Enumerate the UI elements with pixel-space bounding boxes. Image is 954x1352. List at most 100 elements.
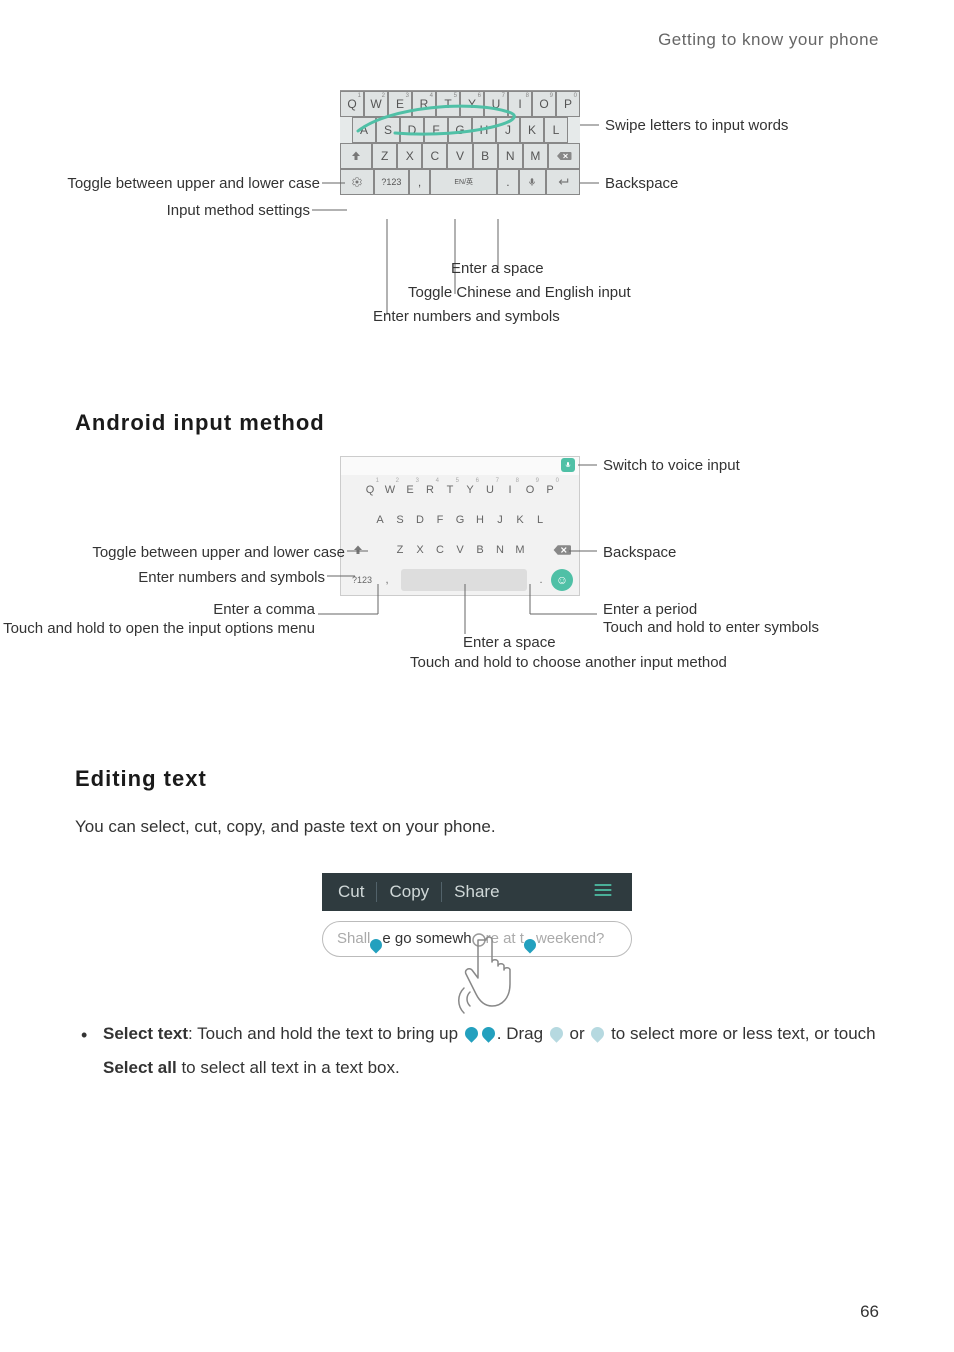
label-togglecase: Toggle between upper and lower case	[20, 175, 320, 192]
key-s[interactable]: S	[390, 508, 410, 532]
key-b[interactable]: B	[470, 538, 490, 562]
key-u[interactable]: U7	[480, 478, 500, 502]
label-swipe: Swipe letters to input words	[605, 117, 788, 134]
key-d[interactable]: D	[400, 117, 424, 143]
keyboard-swype: Q1W2E3R4T5Y6U7I8O9P0 ASDFGHJKL ZXCVBNM ?…	[340, 90, 580, 195]
shift-key[interactable]	[340, 143, 372, 169]
key-x[interactable]: X	[410, 538, 430, 562]
key-x[interactable]: X	[397, 143, 422, 169]
key-m[interactable]: M	[523, 143, 548, 169]
key-l[interactable]: L	[530, 508, 550, 532]
voice-input-button[interactable]	[561, 458, 575, 472]
key-k[interactable]: K	[510, 508, 530, 532]
key-j[interactable]: J	[496, 117, 520, 143]
label-voice: Switch to voice input	[603, 457, 740, 474]
key-f[interactable]: F	[424, 117, 448, 143]
key-j[interactable]: J	[490, 508, 510, 532]
comma-key[interactable]: ,	[377, 568, 397, 592]
key-a[interactable]: A	[370, 508, 390, 532]
emoji-key[interactable]: ☺	[551, 569, 573, 591]
key-u[interactable]: U7	[484, 91, 508, 117]
label-space3: Touch and hold to choose another input m…	[410, 654, 727, 671]
key-e[interactable]: E3	[400, 478, 420, 502]
context-copy[interactable]: Copy	[377, 882, 442, 902]
key-s[interactable]: S	[376, 117, 400, 143]
key-t[interactable]: T5	[436, 91, 460, 117]
context-share[interactable]: Share	[442, 882, 511, 902]
key-f[interactable]: F	[430, 508, 450, 532]
key-h[interactable]: H	[470, 508, 490, 532]
key-c[interactable]: C	[422, 143, 447, 169]
key-p[interactable]: P0	[556, 91, 580, 117]
handle-icon-left	[462, 1024, 480, 1042]
key-i[interactable]: I8	[508, 91, 532, 117]
key-b[interactable]: B	[473, 143, 498, 169]
page-number: 66	[860, 1302, 879, 1322]
bt4: to select more or less text, or touch	[606, 1024, 875, 1043]
key-p[interactable]: P0	[540, 478, 560, 502]
label-period2: Touch and hold to enter symbols	[603, 619, 819, 636]
space-key[interactable]: EN/英	[430, 169, 497, 195]
context-cut[interactable]: Cut	[326, 882, 377, 902]
key-r[interactable]: R4	[420, 478, 440, 502]
page-header: Getting to know your phone	[75, 30, 879, 50]
key-a[interactable]: A	[352, 117, 376, 143]
text-pre: Shall	[337, 930, 370, 947]
symbols-key[interactable]: ?123	[347, 575, 377, 585]
key-z[interactable]: Z	[390, 538, 410, 562]
key-i[interactable]: I8	[500, 478, 520, 502]
key-m[interactable]: M	[510, 538, 530, 562]
key-g[interactable]: G	[448, 117, 472, 143]
keyboard-android: Q1W2E3R4T5Y6U7I8O9P0 ASDFGHJKL ZXCVBNM ?…	[340, 456, 580, 596]
key-v[interactable]: V	[450, 538, 470, 562]
context-toolbar: Cut Copy Share	[322, 873, 632, 911]
label-numbers2: Enter numbers and symbols	[0, 569, 325, 586]
bt5: to select all text in a text box.	[177, 1058, 400, 1077]
shift-key[interactable]	[347, 539, 369, 561]
key-q[interactable]: Q1	[360, 478, 380, 502]
key-y[interactable]: Y6	[460, 478, 480, 502]
key-e[interactable]: E3	[388, 91, 412, 117]
key-g[interactable]: G	[450, 508, 470, 532]
handle-icon-right	[479, 1024, 497, 1042]
key-w[interactable]: W2	[364, 91, 388, 117]
label-comma2: Touch and hold to open the input options…	[0, 619, 315, 639]
enter-key[interactable]	[546, 169, 580, 195]
bullet-list: Select text: Touch and hold the text to …	[75, 1017, 879, 1085]
key-o[interactable]: O9	[532, 91, 556, 117]
backspace-key[interactable]	[548, 143, 580, 169]
comma-key[interactable]: ,	[409, 169, 431, 195]
select-all-label: Select all	[103, 1058, 177, 1077]
key-o[interactable]: O9	[520, 478, 540, 502]
handle-icon-dim-right	[589, 1024, 607, 1042]
label-period: Enter a period	[603, 601, 697, 618]
period-key[interactable]: .	[497, 169, 519, 195]
backspace-key[interactable]	[551, 539, 573, 561]
key-v[interactable]: V	[447, 143, 472, 169]
key-h[interactable]: H	[472, 117, 496, 143]
key-d[interactable]: D	[410, 508, 430, 532]
settings-key[interactable]	[340, 169, 374, 195]
period-key[interactable]: .	[531, 568, 551, 592]
key-q[interactable]: Q1	[340, 91, 364, 117]
key-t[interactable]: T5	[440, 478, 460, 502]
hand-icon	[452, 928, 542, 1018]
bullet-select-text: Select text: Touch and hold the text to …	[75, 1017, 879, 1085]
select-text-label: Select text	[103, 1024, 188, 1043]
key-n[interactable]: N	[498, 143, 523, 169]
symbols-key[interactable]: ?123	[374, 169, 408, 195]
label-settings: Input method settings	[20, 202, 310, 219]
label-togglecase2: Toggle between upper and lower case	[0, 544, 345, 561]
key-k[interactable]: K	[520, 117, 544, 143]
key-n[interactable]: N	[490, 538, 510, 562]
voice-key[interactable]	[519, 169, 546, 195]
text-post: weekend?	[536, 930, 604, 947]
key-c[interactable]: C	[430, 538, 450, 562]
key-z[interactable]: Z	[372, 143, 397, 169]
key-w[interactable]: W2	[380, 478, 400, 502]
key-r[interactable]: R4	[412, 91, 436, 117]
context-menu-icon[interactable]	[578, 882, 628, 902]
key-l[interactable]: L	[544, 117, 568, 143]
key-y[interactable]: Y6	[460, 91, 484, 117]
space-key[interactable]	[401, 569, 527, 591]
